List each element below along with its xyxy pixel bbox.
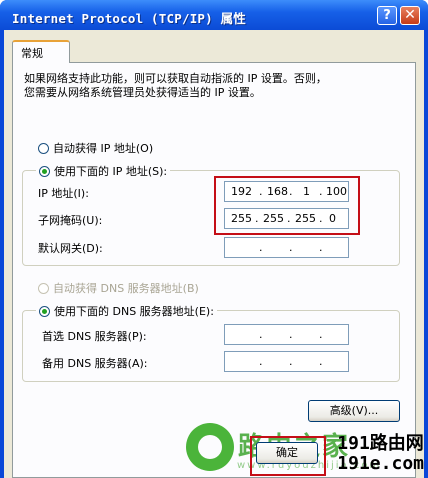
radio-manual-dns[interactable]: 使用下面的 DNS 服务器地址(E): bbox=[36, 303, 217, 319]
radio-auto-dns[interactable]: 自动获得 DNS 服务器地址(B) bbox=[38, 280, 199, 296]
help-button[interactable]: ? bbox=[377, 6, 397, 25]
radio-selected-icon bbox=[39, 305, 50, 317]
close-button[interactable]: ✕ bbox=[400, 6, 420, 25]
corner-watermark-line1: 191路由网 bbox=[337, 433, 424, 454]
advanced-button[interactable]: 高级(V)... bbox=[308, 400, 400, 422]
window-title: Internet Protocol (TCP/IP) 属性 bbox=[12, 11, 246, 26]
tab-general[interactable]: 常规 bbox=[12, 40, 70, 63]
corner-watermark: 191路由网 191e.com bbox=[337, 434, 424, 474]
preferred-dns-field[interactable]: . . . bbox=[224, 324, 349, 345]
radio-circle-icon bbox=[38, 142, 49, 154]
alternate-dns-label: 备用 DNS 服务器(A): bbox=[42, 357, 148, 370]
highlight-box-ip bbox=[214, 176, 360, 235]
radio-manual-ip[interactable]: 使用下面的 IP 地址(S): bbox=[36, 163, 171, 179]
radio-circle-icon bbox=[38, 282, 49, 294]
watermark-logo-icon bbox=[186, 423, 234, 471]
highlight-box-ok bbox=[250, 436, 326, 476]
alternate-dns-field[interactable]: . . . bbox=[224, 351, 349, 372]
radio-manual-dns-label: 使用下面的 DNS 服务器地址(E): bbox=[54, 305, 214, 318]
dialog-window: Internet Protocol (TCP/IP) 属性 ? ✕ 常规 如果网… bbox=[0, 0, 428, 478]
radio-auto-dns-label: 自动获得 DNS 服务器地址(B) bbox=[53, 282, 199, 295]
radio-manual-ip-label: 使用下面的 IP 地址(S): bbox=[54, 165, 168, 178]
gateway-field[interactable]: . . . bbox=[224, 237, 349, 258]
title-bar[interactable]: Internet Protocol (TCP/IP) 属性 ? ✕ bbox=[0, 0, 428, 30]
preferred-dns-label: 首选 DNS 服务器(P): bbox=[42, 330, 147, 343]
radio-auto-ip[interactable]: 自动获得 IP 地址(O) bbox=[38, 140, 153, 156]
dialog-body: 常规 如果网络支持此功能，则可以获取自动指派的 IP 设置。否则， 您需要从网络… bbox=[4, 30, 424, 478]
radio-auto-ip-label: 自动获得 IP 地址(O) bbox=[53, 142, 154, 155]
radio-selected-icon bbox=[39, 165, 50, 177]
gateway-label: 默认网关(D): bbox=[38, 242, 103, 255]
ip-address-label: IP 地址(I): bbox=[38, 187, 89, 200]
description-text: 如果网络支持此功能，则可以获取自动指派的 IP 设置。否则， 您需要从网络系统管… bbox=[24, 72, 409, 100]
description-line1: 如果网络支持此功能，则可以获取自动指派的 IP 设置。否则， bbox=[24, 72, 327, 85]
description-line2: 您需要从网络系统管理员处获得适当的 IP 设置。 bbox=[24, 86, 261, 99]
corner-watermark-line2: 191e.com bbox=[337, 453, 424, 474]
subnet-mask-label: 子网掩码(U): bbox=[38, 214, 103, 227]
